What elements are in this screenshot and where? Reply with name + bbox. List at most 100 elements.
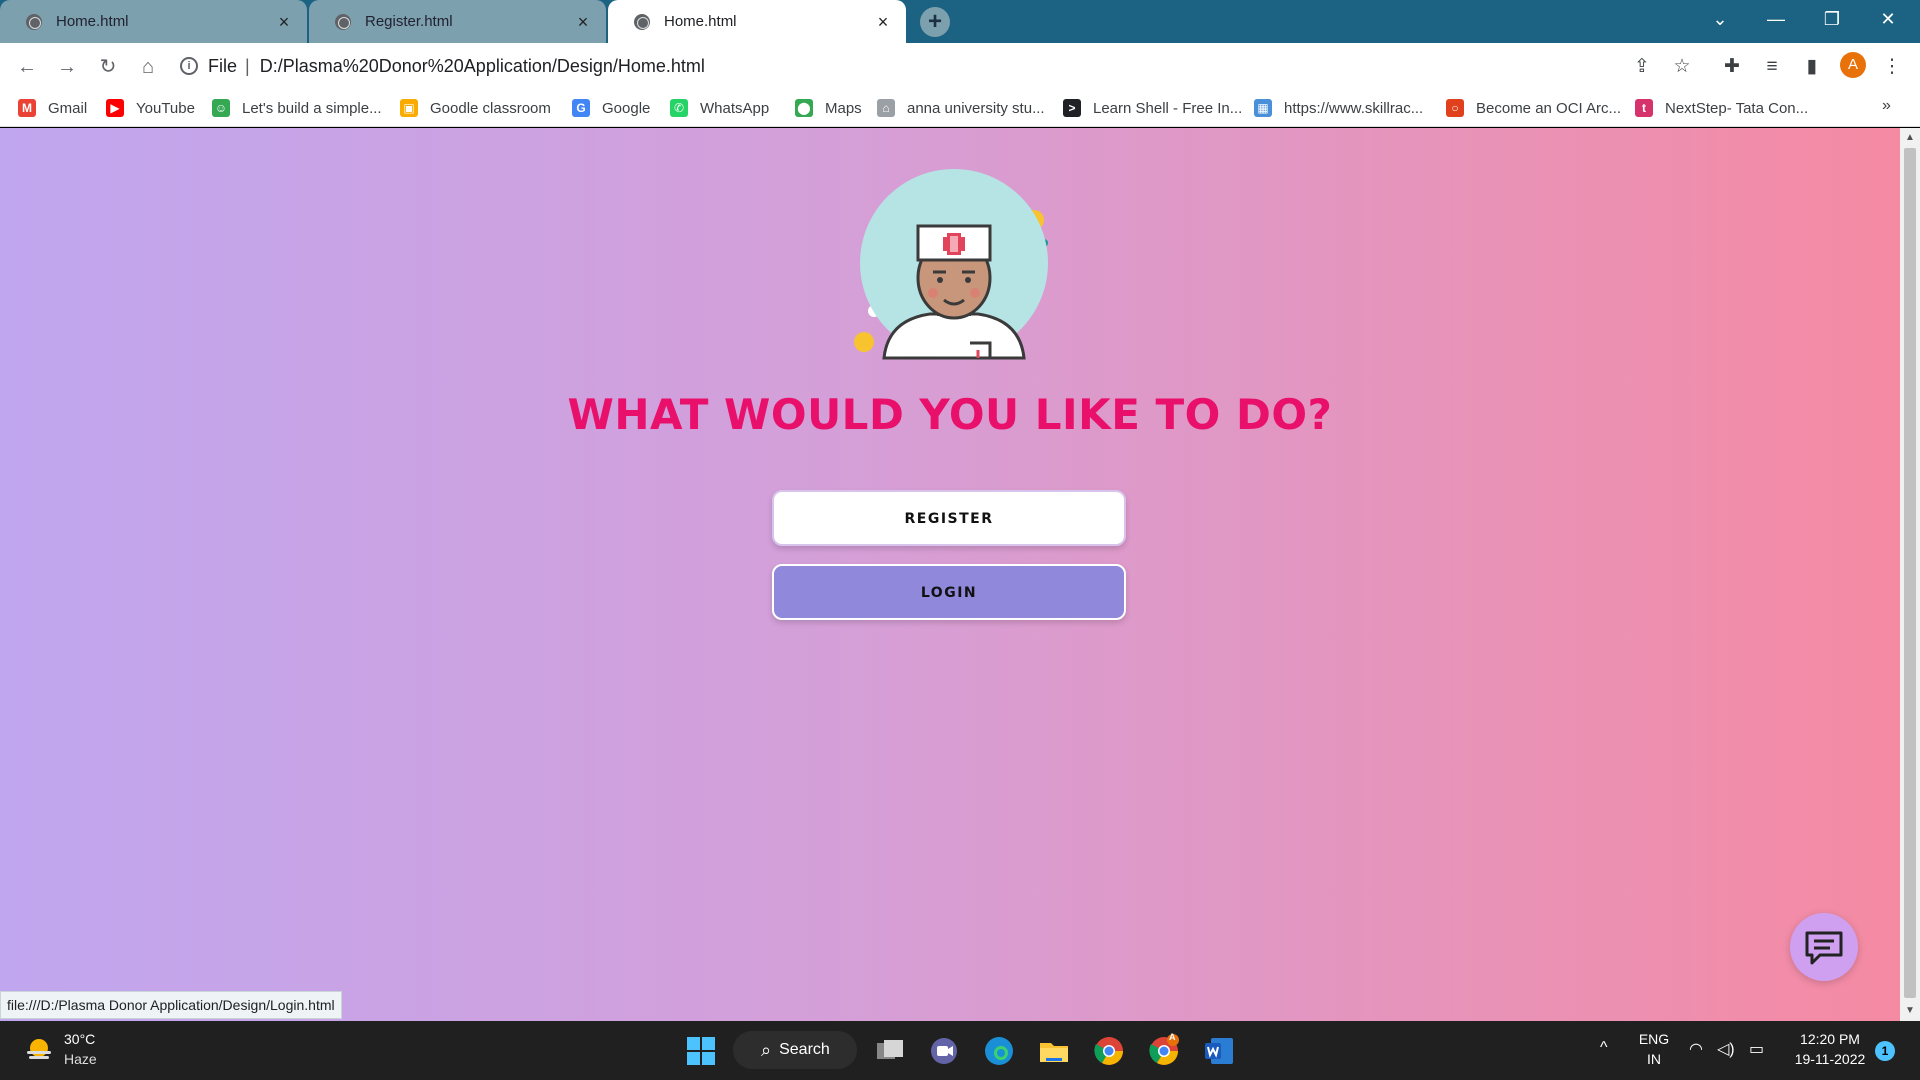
windows-start-icon[interactable]	[684, 1034, 718, 1068]
bookmark-label: Maps	[825, 99, 862, 117]
bookmark-label: NextStep- Tata Con...	[1665, 99, 1809, 117]
bookmark-label: YouTube	[136, 99, 195, 117]
new-tab-button[interactable]: +	[920, 7, 950, 37]
globe-icon	[634, 13, 650, 30]
tab-search-button[interactable]: ⌄	[1692, 0, 1748, 40]
chat-icon	[1805, 931, 1843, 965]
close-icon[interactable]: ×	[275, 13, 293, 31]
address-scheme: File	[208, 55, 238, 76]
google-icon: G	[572, 99, 590, 117]
side-panel-icon[interactable]: ▮	[1798, 53, 1826, 81]
volume-icon[interactable]: ◁)	[1717, 1039, 1735, 1059]
close-window-button[interactable]: ✕	[1860, 0, 1916, 40]
taskbar-search[interactable]: ⌕ Search	[733, 1031, 857, 1069]
bookmarks-bar: M Gmail ▶ YouTube ☺ Let's build a simple... ▣ G…	[0, 89, 1920, 127]
bookmark-item[interactable]: ⌂ anna university stu...	[877, 97, 1045, 119]
forward-button[interactable]: →	[52, 52, 82, 82]
bookmark-item[interactable]: M Gmail	[18, 97, 87, 119]
register-button[interactable]: REGISTER	[772, 490, 1126, 546]
restore-button[interactable]: ❐	[1804, 0, 1860, 40]
bookmark-item[interactable]: ○ Become an OCI Arc...	[1446, 97, 1621, 119]
share-icon[interactable]: ⇪	[1628, 53, 1656, 81]
bookmark-item[interactable]: ▣ Goodle classroom	[400, 97, 551, 119]
weather-temperature[interactable]: 30°C	[64, 1031, 95, 1047]
reading-list-icon[interactable]: ≡	[1758, 53, 1786, 81]
star-icon[interactable]: ☆	[1668, 53, 1696, 81]
home-button[interactable]: ⌂	[133, 52, 163, 82]
language-indicator-top[interactable]: ENG	[1634, 1031, 1674, 1047]
maps-icon: ⬤	[795, 99, 813, 117]
gmail-icon: M	[18, 99, 36, 117]
bookmark-item[interactable]: ▶ YouTube	[106, 97, 195, 119]
bookmark-item[interactable]: G Google	[572, 97, 650, 119]
extensions-icon[interactable]: ✚	[1718, 53, 1746, 81]
clock-date[interactable]: 19-11-2022	[1780, 1051, 1880, 1067]
bookmark-item[interactable]: ☺ Let's build a simple...	[212, 97, 382, 119]
bookmark-label: https://www.skillrac...	[1284, 99, 1424, 117]
tab-title: Home.html	[56, 13, 129, 30]
bookmark-item[interactable]: > Learn Shell - Free In...	[1063, 97, 1242, 119]
reload-button[interactable]: ↻	[93, 52, 123, 82]
address-bar[interactable]: i File | D:/Plasma%20Donor%20Application…	[180, 49, 1630, 83]
info-icon[interactable]: i	[180, 57, 198, 75]
tab-home-active[interactable]: Home.html ×	[608, 0, 906, 43]
sun-haze-icon	[27, 1039, 51, 1059]
tab-register[interactable]: Register.html ×	[309, 0, 606, 43]
back-button[interactable]: ←	[12, 52, 42, 82]
bookmark-label: Let's build a simple...	[242, 99, 382, 117]
bookmark-item[interactable]: t NextStep- Tata Con...	[1635, 97, 1808, 119]
chrome-icon[interactable]	[1092, 1034, 1126, 1068]
battery-icon[interactable]: ▭	[1749, 1039, 1764, 1059]
chrome-profile-icon[interactable]: A	[1147, 1032, 1181, 1068]
doctor-avatar-illustration	[840, 168, 1060, 406]
bookmarks-overflow-icon[interactable]: »	[1882, 97, 1891, 115]
bookmark-label: Google	[602, 99, 651, 117]
close-icon[interactable]: ×	[874, 13, 892, 31]
tcs-icon: t	[1635, 99, 1653, 117]
taskbar-search-label: Search	[779, 1041, 830, 1058]
bookmark-label: Become an OCI Arc...	[1476, 99, 1622, 117]
bookmark-item[interactable]: ⬤ Maps	[795, 97, 862, 119]
browser-toolbar: ← → ↻ ⌂ i File | D:/Plasma%20Donor%20App…	[0, 43, 1920, 89]
task-view-icon[interactable]	[873, 1034, 907, 1068]
chrome-profile-badge: A	[1169, 1032, 1176, 1042]
tab-strip: Home.html × Register.html × Home.html × …	[0, 0, 1920, 43]
scroll-up-arrow-icon[interactable]: ▲	[1900, 130, 1920, 146]
chat-button[interactable]	[1790, 913, 1858, 981]
wifi-icon[interactable]: ◠	[1689, 1039, 1703, 1059]
minimize-button[interactable]: —	[1748, 0, 1804, 40]
language-indicator-bottom[interactable]: IN	[1634, 1051, 1674, 1067]
edge-icon[interactable]	[982, 1034, 1016, 1068]
file-explorer-icon[interactable]	[1037, 1034, 1071, 1068]
login-button[interactable]: LOGIN	[772, 564, 1126, 620]
whatsapp-icon: ✆	[670, 99, 688, 117]
doctor-avatar-icon	[854, 169, 1048, 406]
search-icon: ⌕	[761, 1039, 772, 1060]
bookmark-label: Learn Shell - Free In...	[1093, 99, 1243, 117]
scroll-down-arrow-icon[interactable]: ▼	[1900, 1003, 1920, 1019]
scrollbar-thumb[interactable]	[1904, 148, 1916, 998]
globe-icon	[335, 13, 351, 30]
youtube-icon: ▶	[106, 99, 124, 117]
classroom-icon: ▣	[400, 99, 418, 117]
teams-chat-icon[interactable]	[927, 1034, 961, 1068]
close-icon[interactable]: ×	[574, 13, 592, 31]
bookmark-label: Goodle classroom	[430, 99, 551, 117]
address-url[interactable]: D:/Plasma%20Donor%20Application/Design/H…	[260, 56, 705, 77]
bookmark-item[interactable]: ✆ WhatsApp	[670, 97, 769, 119]
menu-icon[interactable]: ⋮	[1878, 53, 1906, 81]
terminal-icon: >	[1063, 99, 1081, 117]
tab-home-1[interactable]: Home.html ×	[0, 0, 307, 43]
notification-badge[interactable]: 1	[1875, 1041, 1895, 1061]
weather-widget[interactable]	[24, 1035, 54, 1065]
tray-chevron-icon[interactable]: ^	[1600, 1039, 1608, 1057]
page-scrollbar[interactable]: ▲ ▼	[1900, 128, 1920, 1021]
weather-condition[interactable]: Haze	[64, 1051, 97, 1067]
word-icon[interactable]	[1202, 1034, 1236, 1068]
page-title: WHAT WOULD YOU LIKE TO DO?	[567, 390, 1333, 439]
status-url-bar: file:///D:/Plasma Donor Application/Desi…	[0, 991, 342, 1019]
address-separator: |	[245, 55, 250, 76]
bookmark-item[interactable]: ▦ https://www.skillrac...	[1254, 97, 1423, 119]
clock-time[interactable]: 12:20 PM	[1780, 1031, 1880, 1047]
profile-avatar[interactable]: A	[1840, 52, 1866, 78]
